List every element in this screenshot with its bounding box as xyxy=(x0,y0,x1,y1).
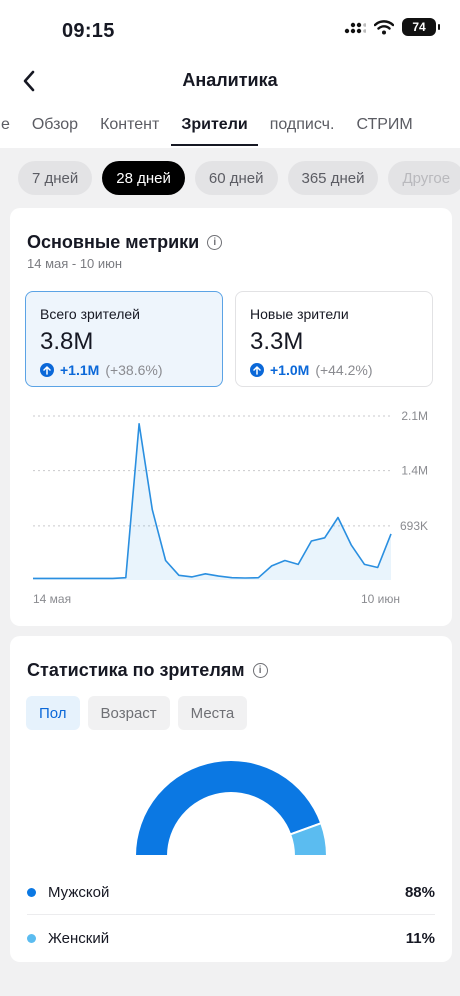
info-icon[interactable]: i xyxy=(252,663,268,678)
arrow-up-icon xyxy=(40,363,54,377)
segment-gender[interactable]: Пол xyxy=(26,696,80,730)
x-tick-label: 10 июн xyxy=(361,592,400,606)
viewers-line-chart: 693K 1.4M 2.1M 14 мая 10 июн xyxy=(33,409,428,606)
legend-value-male: 88% xyxy=(404,883,435,901)
metric-change-percent: (+44.2%) xyxy=(315,362,373,378)
audience-segment-selector: Пол Возраст Места xyxy=(26,696,248,730)
nav-bar: Аналитика xyxy=(0,62,460,102)
key-metrics-title: Основные метрики xyxy=(27,232,200,252)
y-tick-label: 693K xyxy=(400,519,428,533)
range-chip-custom[interactable]: Другое xyxy=(388,161,460,195)
audience-stats-card: Статистика по зрителям i Пол Возраст Мес… xyxy=(10,636,452,962)
metric-value: 3.3M xyxy=(250,328,304,355)
metric-change-absolute: +1.0M xyxy=(270,362,310,378)
status-time: 09:15 xyxy=(62,20,115,42)
gender-gauge-chart xyxy=(133,759,329,857)
status-icons: 74 xyxy=(344,18,440,36)
y-tick-label: 2.1M xyxy=(401,409,428,423)
info-icon[interactable]: i xyxy=(207,235,223,250)
y-tick-label: 1.4M xyxy=(401,464,428,478)
audience-title-row: Статистика по зрителям i xyxy=(27,660,268,681)
range-chip-28-days[interactable]: 28 дней xyxy=(102,161,185,195)
audience-title: Статистика по зрителям xyxy=(27,660,245,680)
legend-label-male: Мужской xyxy=(48,883,110,901)
legend-divider xyxy=(27,914,435,915)
date-range-selector: 7 дней 28 дней 60 дней 365 дней Другое xyxy=(0,148,460,208)
legend-row-male: Мужской 88% xyxy=(27,870,435,914)
new-viewers-metric[interactable]: Новые зрители 3.3M +1.0M (+44.2%) xyxy=(235,291,433,387)
segment-age[interactable]: Возраст xyxy=(87,696,170,730)
legend-row-female: Женский 11% xyxy=(27,916,435,960)
tab-prev-partial[interactable]: ие xyxy=(0,116,10,146)
legend-dot-female xyxy=(27,933,36,943)
key-metrics-card: Основные метрики i 14 мая - 10 июн Всего… xyxy=(10,208,452,626)
legend-value-female: 11% xyxy=(405,929,435,947)
range-chip-60-days[interactable]: 60 дней xyxy=(194,161,278,195)
tab-content[interactable]: Контент xyxy=(100,116,159,146)
wifi-icon xyxy=(374,20,394,35)
legend-dot-male xyxy=(27,887,36,897)
segment-locations[interactable]: Места xyxy=(177,696,248,730)
legend-label-female: Женский xyxy=(48,929,110,947)
metric-change: +1.1M (+38.6%) xyxy=(40,362,163,378)
range-chip-7-days[interactable]: 7 дней xyxy=(18,161,93,195)
metric-change: +1.0M (+44.2%) xyxy=(250,362,373,378)
tab-viewers[interactable]: Зрители xyxy=(171,116,259,146)
metric-label: Новые зрители xyxy=(250,306,349,322)
status-bar: 09:15 74 xyxy=(0,0,460,62)
cellular-signal-icon xyxy=(344,22,366,34)
total-viewers-metric[interactable]: Всего зрителей 3.8M +1.1M (+38.6%) xyxy=(25,291,223,387)
metric-change-percent: (+38.6%) xyxy=(105,362,163,378)
tab-bar: ие Обзор Контент Зрители подписч. СТРИМ xyxy=(0,102,460,149)
tab-followers[interactable]: подписч. xyxy=(270,116,335,146)
page-title: Аналитика xyxy=(182,70,278,90)
tab-live[interactable]: СТРИМ xyxy=(356,116,412,146)
battery-indicator: 74 xyxy=(402,18,440,36)
key-metrics-title-row: Основные метрики i xyxy=(27,232,223,253)
chart-area-fill xyxy=(33,423,391,580)
metric-label: Всего зрителей xyxy=(40,306,140,322)
x-tick-label: 14 мая xyxy=(33,592,71,606)
tab-overview[interactable]: Обзор xyxy=(32,116,78,146)
range-chip-365-days[interactable]: 365 дней xyxy=(287,161,379,195)
metric-change-absolute: +1.1M xyxy=(60,362,100,378)
arrow-up-icon xyxy=(250,363,264,377)
metric-value: 3.8M xyxy=(40,328,94,355)
date-range-label: 14 мая - 10 июн xyxy=(27,256,123,271)
